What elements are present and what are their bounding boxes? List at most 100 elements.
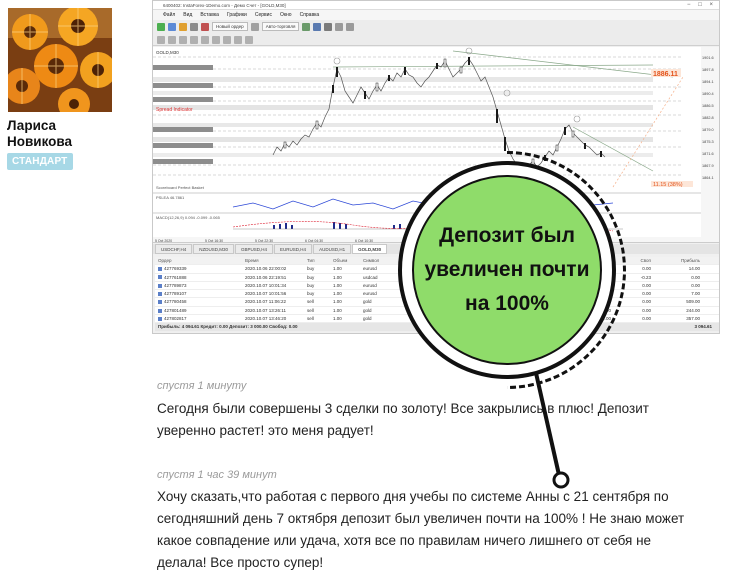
price-axis-label: 1901.6 xyxy=(702,56,714,60)
price-axis-label: 1864.1 xyxy=(702,176,714,180)
price-axis-label: 1882.8 xyxy=(702,116,714,120)
spread-indicator-label: Spread Indicator xyxy=(156,107,193,113)
price-axis-label: 1894.1 xyxy=(702,80,714,84)
order-icon xyxy=(158,316,162,321)
terminal-icon xyxy=(201,22,209,31)
comment-line: сегодняшний день 7 октября депозит был у… xyxy=(157,511,685,526)
symbol-tab: NZDUSD,M30 xyxy=(193,244,235,254)
price-callout: 1886.11 xyxy=(653,71,678,78)
time-axis-label: 5 Oct 16:30 xyxy=(205,239,223,243)
header-type: Тип xyxy=(307,258,315,263)
new-chart-icon xyxy=(157,22,165,31)
cell-profit: 357.00 xyxy=(686,316,700,322)
order-icon xyxy=(158,308,162,313)
window-controls-icon: − □ × xyxy=(687,2,716,8)
profiles-icon xyxy=(168,22,176,31)
menu-item: Файл xyxy=(163,12,176,18)
cell-order: 427789107 xyxy=(155,290,245,297)
avatar[interactable] xyxy=(8,8,112,112)
terminal-menu-bar: Файл Вид Вставка Графики Сервис Окно Спр… xyxy=(153,10,719,20)
cell-type: buy xyxy=(307,291,315,297)
order-icon xyxy=(158,283,162,288)
scoreboard-label: Scoreboard Perfect Basket xyxy=(156,185,205,190)
order-number: 427789873 xyxy=(164,282,187,288)
trendline-icon xyxy=(201,35,209,44)
percent-label: 11.15 (38%) xyxy=(653,182,683,188)
cell-time: 2020.10.06 22:00:02 xyxy=(245,266,287,272)
callout-badge: Депозит был увеличен почти на 100% xyxy=(412,175,602,365)
symbol-tab: AUDUSD,H1 xyxy=(313,244,352,254)
time-axis-label: 5 Oct 2020 xyxy=(155,239,172,243)
cell-volume: 1.00 xyxy=(333,266,342,272)
new-order-button: Новый ордер xyxy=(212,22,248,31)
symbol-tab: GBPUSD,H4 xyxy=(235,244,274,254)
cell-time: 2020.10.07 11:06:22 xyxy=(245,299,286,305)
menu-item: Графики xyxy=(226,12,247,18)
price-axis-label: 1886.5 xyxy=(702,104,714,108)
zoom-in-icon xyxy=(335,22,344,31)
cell-profit: 509.00 xyxy=(686,299,700,305)
cell-volume: 1.00 xyxy=(333,316,342,322)
order-number: 427761888 xyxy=(164,274,187,280)
order-icon xyxy=(158,275,162,280)
user-name[interactable]: Лариса Новикова xyxy=(7,118,117,150)
menu-item: Окно xyxy=(279,12,292,18)
vertical-line-icon xyxy=(179,35,187,44)
cell-profit: 0.00 xyxy=(691,274,700,280)
header-volume: Объем xyxy=(333,258,348,263)
cell-profit: 7.00 xyxy=(691,291,700,297)
zoom-out-icon xyxy=(346,22,355,31)
navigator-icon xyxy=(190,22,198,31)
comment-line: уверенно растет! это меня радует! xyxy=(157,423,374,438)
comment-line: Хочу сказать,что работая с первого дня у… xyxy=(157,489,669,504)
cell-type: buy xyxy=(307,266,315,272)
comment-text: Хочу сказать,что работая с первого дня у… xyxy=(157,486,697,573)
label-icon xyxy=(245,35,253,44)
terminal-toolbar: Новый ордер Авто-торговля xyxy=(153,20,719,46)
cell-volume: 1.00 xyxy=(333,274,342,280)
cell-volume: 1.00 xyxy=(333,282,342,288)
comment-time: спустя 1 час 39 минут xyxy=(157,469,277,481)
price-axis-label: 1875.3 xyxy=(702,140,714,144)
menu-item: Сервис xyxy=(254,12,272,18)
cell-time: 2020.10.07 13:46:20 xyxy=(245,316,287,322)
cell-order: 427801489 xyxy=(155,307,245,314)
cell-time: 2020.10.07 10:01:56 xyxy=(245,291,287,297)
header-time: Время xyxy=(245,258,259,263)
order-number: 427801489 xyxy=(164,307,187,313)
price-axis-label: 1871.6 xyxy=(702,152,714,156)
time-axis-label: 6 Oct 04:30 xyxy=(305,239,323,243)
comment-time: спустя 1 минуту xyxy=(157,380,247,392)
fibonacci-icon xyxy=(223,35,231,44)
cell-type: sell xyxy=(307,316,314,322)
order-number: 427769339 xyxy=(164,266,187,272)
candle-chart-icon xyxy=(313,22,322,31)
cell-type: sell xyxy=(307,307,314,313)
callout-text: Депозит был увеличен почти на 100% xyxy=(424,224,590,315)
cell-volume: 1.00 xyxy=(333,299,342,305)
order-number: 427780458 xyxy=(164,299,187,305)
order-icon xyxy=(158,300,162,305)
cell-order: 427789873 xyxy=(155,282,245,289)
cell-order: 427769339 xyxy=(155,265,245,272)
horizontal-line-icon xyxy=(190,35,198,44)
line-chart-icon xyxy=(324,22,333,31)
order-number: 427802817 xyxy=(164,316,187,322)
menu-item: Вставка xyxy=(200,12,219,18)
menu-item: Вид xyxy=(183,12,193,18)
price-axis-label: 1879.0 xyxy=(702,128,714,132)
comment-text: Сегодня были совершены 3 сделки по золот… xyxy=(157,398,697,442)
bar-chart-icon xyxy=(302,22,311,31)
price-axis-label: 1867.9 xyxy=(702,164,714,168)
cell-time: 2020.10.07 10:01:34 xyxy=(245,282,287,288)
cell-volume: 1.00 xyxy=(333,291,342,297)
cell-type: buy xyxy=(307,282,315,288)
cell-order: 427780458 xyxy=(155,298,245,305)
crosshair-icon xyxy=(168,35,176,44)
indicator-1-label: PSLEA 46.7861 xyxy=(156,195,185,200)
cell-profit: 0.00 xyxy=(691,282,700,288)
cell-swap: 0.00 xyxy=(642,316,651,322)
price-axis-label: 1890.4 xyxy=(702,92,714,96)
price-axis-label: 1897.8 xyxy=(702,68,714,72)
order-number: 427789107 xyxy=(164,291,187,297)
